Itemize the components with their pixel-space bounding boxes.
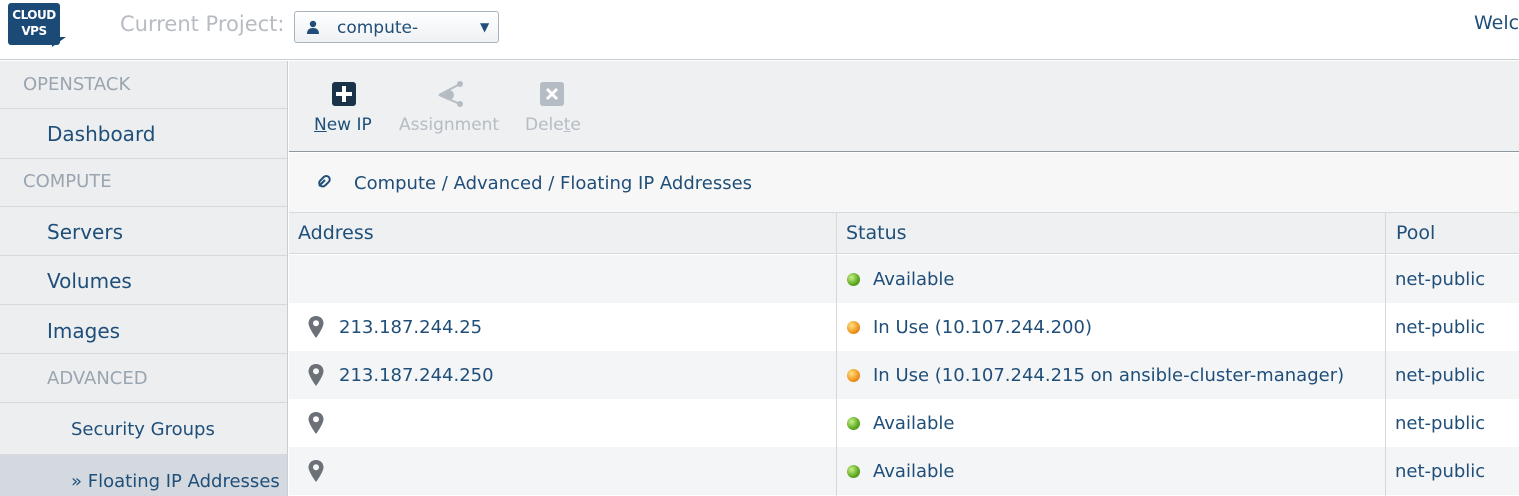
assignment-button[interactable]: Assignment	[399, 79, 499, 149]
sidebar-item-label: Images	[47, 319, 121, 343]
status-available-icon	[847, 417, 860, 430]
sidebar-section-label: COMPUTE	[23, 171, 112, 192]
table-header: Address Status Pool	[289, 213, 1519, 254]
column-divider	[836, 213, 837, 496]
sidebar-section-label: ADVANCED	[47, 368, 148, 389]
close-icon	[540, 82, 564, 106]
new-ip-button[interactable]: New IP	[313, 79, 375, 149]
delete-label: Delete	[525, 115, 581, 135]
breadcrumb: Compute / Advanced / Floating IP Address…	[289, 153, 1519, 213]
status-cell: Available	[873, 269, 955, 290]
user-icon	[307, 20, 319, 34]
address-cell: 213.187.244.250	[339, 365, 494, 386]
sidebar-item-label: Security Groups	[71, 419, 215, 440]
map-pin-icon	[308, 316, 324, 338]
sidebar-item-label: » Floating IP Addresses	[71, 471, 280, 492]
current-project-label: Current Project:	[120, 12, 285, 36]
sidebar-section-compute: COMPUTE	[0, 159, 287, 207]
status-available-icon	[847, 273, 860, 286]
column-divider	[1385, 213, 1386, 496]
table-row[interactable]: 213.187.244.250 In Use (10.107.244.215 o…	[289, 351, 1519, 399]
delete-button[interactable]: Delete	[525, 79, 585, 149]
pool-cell: net-public	[1395, 365, 1486, 386]
sidebar-item-images[interactable]: Images	[0, 305, 287, 354]
top-header: CLOUD VPS Current Project: compute- ▼ We…	[0, 0, 1519, 60]
sidebar-item-label: Volumes	[47, 269, 132, 293]
sidebar-item-floating-ip-addresses[interactable]: » Floating IP Addresses	[0, 455, 287, 496]
sidebar: OPENSTACK Dashboard COMPUTE Servers Volu…	[0, 61, 288, 496]
sidebar-section-advanced: ADVANCED	[0, 354, 287, 403]
status-in-use-icon	[847, 369, 860, 382]
logo-line-2: VPS	[21, 24, 47, 38]
project-select-value: compute-	[337, 18, 419, 38]
sidebar-item-dashboard[interactable]: Dashboard	[0, 109, 287, 159]
sidebar-item-volumes[interactable]: Volumes	[0, 256, 287, 305]
status-cell: In Use (10.107.244.200)	[873, 317, 1092, 338]
action-toolbar: New IP Assignment Delete	[289, 61, 1519, 152]
table-row[interactable]: 213.187.244.25 In Use (10.107.244.200) n…	[289, 303, 1519, 351]
table-row[interactable]: Available net-public	[289, 255, 1519, 303]
column-header-address[interactable]: Address	[298, 222, 374, 244]
pool-cell: net-public	[1395, 413, 1486, 434]
welcome-text[interactable]: Welc	[1474, 12, 1519, 34]
sidebar-section-label: OPENSTACK	[23, 74, 131, 95]
status-cell: In Use (10.107.244.215 on ansible-cluste…	[873, 365, 1345, 386]
sidebar-section-openstack: OPENSTACK	[0, 61, 287, 109]
table-row[interactable]: Available net-public	[289, 399, 1519, 447]
link-icon[interactable]	[311, 172, 333, 194]
pool-cell: net-public	[1395, 461, 1486, 482]
logo-line-1: CLOUD	[12, 8, 56, 22]
sidebar-item-servers[interactable]: Servers	[0, 207, 287, 256]
pool-cell: net-public	[1395, 317, 1486, 338]
status-available-icon	[847, 465, 860, 478]
new-ip-label: New IP	[314, 115, 372, 135]
plus-icon	[332, 82, 356, 106]
map-pin-icon	[308, 460, 324, 482]
map-pin-icon	[308, 364, 324, 386]
floating-ip-table: Address Status Pool Available net-public…	[289, 213, 1519, 496]
breadcrumb-path: Compute / Advanced / Floating IP Address…	[354, 173, 753, 194]
share-network-icon	[438, 81, 463, 107]
status-cell: Available	[873, 461, 955, 482]
assignment-label: Assignment	[399, 115, 500, 135]
cloud-vps-logo[interactable]: CLOUD VPS	[8, 3, 68, 47]
chevron-down-icon: ▼	[480, 20, 490, 34]
status-in-use-icon	[847, 321, 860, 334]
pool-cell: net-public	[1395, 269, 1486, 290]
status-cell: Available	[873, 413, 955, 434]
column-header-status[interactable]: Status	[846, 222, 907, 244]
address-cell: 213.187.244.25	[339, 317, 483, 338]
sidebar-item-label: Servers	[47, 220, 124, 244]
table-row[interactable]: Available net-public	[289, 447, 1519, 495]
column-header-pool[interactable]: Pool	[1396, 222, 1435, 244]
project-select[interactable]: compute- ▼	[294, 11, 499, 43]
map-pin-icon	[308, 412, 324, 434]
sidebar-item-security-groups[interactable]: Security Groups	[0, 403, 287, 455]
sidebar-item-label: Dashboard	[47, 122, 156, 146]
